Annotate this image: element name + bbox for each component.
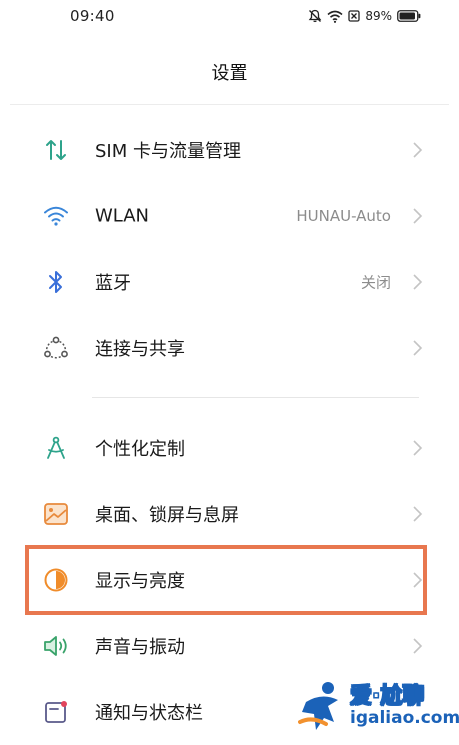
chevron-right-icon xyxy=(411,273,423,291)
mute-icon xyxy=(308,9,322,23)
section-divider xyxy=(92,397,419,398)
chevron-right-icon xyxy=(411,339,423,357)
status-icons: 89% xyxy=(308,7,421,25)
battery-percent: 89% xyxy=(365,9,392,23)
settings-item-label: 声音与振动 xyxy=(95,637,185,658)
bluetooth-status: 关闭 xyxy=(360,273,391,292)
page-header: 设置 xyxy=(0,52,459,96)
bluetooth-icon xyxy=(42,268,70,296)
status-bar: 09:40 89% xyxy=(0,0,459,34)
watermark-title: 爱·尬聊 xyxy=(349,684,425,710)
chevron-right-icon xyxy=(411,637,423,655)
chevron-right-icon xyxy=(411,141,423,159)
watermark-url: igaliao.com xyxy=(350,708,459,728)
chevron-right-icon xyxy=(411,439,423,457)
compass-icon xyxy=(42,434,70,462)
status-time: 09:40 xyxy=(70,7,115,25)
settings-item-label: 通知与状态栏 xyxy=(95,703,203,724)
settings-item-label: 蓝牙 xyxy=(95,273,131,294)
settings-item-sound-vibration[interactable]: 声音与振动 xyxy=(0,613,459,679)
settings-item-wlan[interactable]: WLAN HUNAU-Auto xyxy=(0,183,459,249)
battery-icon xyxy=(397,10,421,22)
watermark-logo-icon xyxy=(298,678,348,738)
wallpaper-icon xyxy=(42,500,70,528)
wifi-icon xyxy=(327,10,343,23)
sim-status-icon xyxy=(348,10,360,22)
connection-share-icon xyxy=(42,334,70,362)
watermark: 爱·尬聊 igaliao.com xyxy=(298,672,459,738)
chevron-right-icon xyxy=(411,505,423,523)
settings-item-label: 个性化定制 xyxy=(95,439,185,460)
page-title: 设置 xyxy=(211,63,248,84)
settings-item-bluetooth[interactable]: 蓝牙 关闭 xyxy=(0,249,459,315)
speaker-icon xyxy=(42,632,70,660)
wifi-icon xyxy=(42,202,70,230)
sim-traffic-icon xyxy=(42,136,70,164)
settings-item-label: WLAN xyxy=(95,205,150,227)
settings-item-label: 桌面、锁屏与息屏 xyxy=(95,505,239,526)
wlan-network-name: HUNAU-Auto xyxy=(296,207,391,225)
header-divider xyxy=(10,104,449,105)
chevron-right-icon xyxy=(411,571,423,589)
settings-item-label: 显示与亮度 xyxy=(95,571,185,592)
notification-icon xyxy=(42,698,70,726)
settings-item-label: SIM 卡与流量管理 xyxy=(95,141,241,162)
settings-item-display-brightness[interactable]: 显示与亮度 xyxy=(0,547,459,613)
brightness-icon xyxy=(42,566,70,594)
settings-item-connection-share[interactable]: 连接与共享 xyxy=(0,315,459,381)
chevron-right-icon xyxy=(411,207,423,225)
settings-item-sim[interactable]: SIM 卡与流量管理 xyxy=(0,117,459,183)
settings-item-label: 连接与共享 xyxy=(95,339,185,360)
settings-item-desktop-lockscreen[interactable]: 桌面、锁屏与息屏 xyxy=(0,481,459,547)
settings-item-personalization[interactable]: 个性化定制 xyxy=(0,415,459,481)
